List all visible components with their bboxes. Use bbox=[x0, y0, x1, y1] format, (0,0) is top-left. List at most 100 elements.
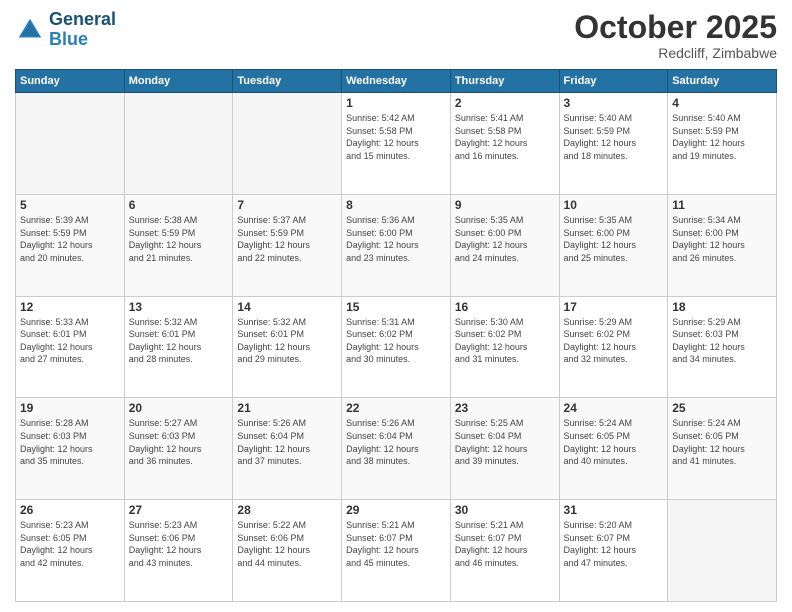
day-number: 7 bbox=[237, 198, 337, 212]
calendar-cell: 23Sunrise: 5:25 AM Sunset: 6:04 PM Dayli… bbox=[450, 398, 559, 500]
day-info: Sunrise: 5:23 AM Sunset: 6:05 PM Dayligh… bbox=[20, 519, 120, 569]
header-tuesday: Tuesday bbox=[233, 70, 342, 93]
day-number: 17 bbox=[564, 300, 664, 314]
day-number: 9 bbox=[455, 198, 555, 212]
calendar-cell: 10Sunrise: 5:35 AM Sunset: 6:00 PM Dayli… bbox=[559, 194, 668, 296]
week-row-2: 5 Sunrise: 5:39 AM Sunset: 5:59 PM Daylig… bbox=[16, 194, 777, 296]
month-title: October 2025 bbox=[574, 10, 777, 45]
day-number: 29 bbox=[346, 503, 446, 517]
calendar-cell: 7Sunrise: 5:37 AM Sunset: 5:59 PM Daylig… bbox=[233, 194, 342, 296]
day-number: 21 bbox=[237, 401, 337, 415]
day-info: Sunrise: 5:34 AM Sunset: 6:00 PM Dayligh… bbox=[672, 214, 772, 264]
week-row-4: 19Sunrise: 5:28 AM Sunset: 6:03 PM Dayli… bbox=[16, 398, 777, 500]
logo-icon bbox=[15, 15, 45, 45]
day-number: 22 bbox=[346, 401, 446, 415]
day-number: 5 bbox=[20, 198, 120, 212]
day-info: Sunrise: 5:29 AM Sunset: 6:03 PM Dayligh… bbox=[672, 316, 772, 366]
day-number: 4 bbox=[672, 96, 772, 110]
calendar-cell: 29 Sunrise: 5:21 AM Sunset: 6:07 PM Dayli… bbox=[342, 500, 451, 602]
day-info: Sunrise: 5:33 AM Sunset: 6:01 PM Dayligh… bbox=[20, 316, 120, 366]
day-number: 6 bbox=[129, 198, 229, 212]
calendar-cell: 24 Sunrise: 5:24 AM Sunset: 6:05 PM Dayli… bbox=[559, 398, 668, 500]
calendar-cell bbox=[233, 93, 342, 195]
calendar-cell: 13 Sunrise: 5:32 AM Sunset: 6:01 PM Dayli… bbox=[124, 296, 233, 398]
day-number: 2 bbox=[455, 96, 555, 110]
calendar-cell: 26 Sunrise: 5:23 AM Sunset: 6:05 PM Dayli… bbox=[16, 500, 125, 602]
header-friday: Friday bbox=[559, 70, 668, 93]
logo-text: General Blue bbox=[49, 10, 116, 50]
day-info: Sunrise: 5:40 AM Sunset: 5:59 PM Dayligh… bbox=[672, 112, 772, 162]
title-block: October 2025 Redcliff, Zimbabwe bbox=[574, 10, 777, 61]
day-info: Sunrise: 5:32 AM Sunset: 6:01 PM Dayligh… bbox=[129, 316, 229, 366]
day-number: 28 bbox=[237, 503, 337, 517]
day-number: 3 bbox=[564, 96, 664, 110]
day-info: Sunrise: 5:22 AM Sunset: 6:06 PM Dayligh… bbox=[237, 519, 337, 569]
calendar-cell bbox=[16, 93, 125, 195]
calendar-cell: 4 Sunrise: 5:40 AM Sunset: 5:59 PM Daylig… bbox=[668, 93, 777, 195]
day-info: Sunrise: 5:39 AM Sunset: 5:59 PM Dayligh… bbox=[20, 214, 120, 264]
location: Redcliff, Zimbabwe bbox=[574, 45, 777, 61]
day-number: 16 bbox=[455, 300, 555, 314]
day-number: 27 bbox=[129, 503, 229, 517]
day-info: Sunrise: 5:21 AM Sunset: 6:07 PM Dayligh… bbox=[346, 519, 446, 569]
day-info: Sunrise: 5:32 AM Sunset: 6:01 PM Dayligh… bbox=[237, 316, 337, 366]
day-info: Sunrise: 5:40 AM Sunset: 5:59 PM Dayligh… bbox=[564, 112, 664, 162]
header-row: Sunday Monday Tuesday Wednesday Thursday… bbox=[16, 70, 777, 93]
calendar-cell: 16Sunrise: 5:30 AM Sunset: 6:02 PM Dayli… bbox=[450, 296, 559, 398]
day-info: Sunrise: 5:20 AM Sunset: 6:07 PM Dayligh… bbox=[564, 519, 664, 569]
calendar-cell: 18 Sunrise: 5:29 AM Sunset: 6:03 PM Dayli… bbox=[668, 296, 777, 398]
calendar-cell: 20Sunrise: 5:27 AM Sunset: 6:03 PM Dayli… bbox=[124, 398, 233, 500]
day-info: Sunrise: 5:38 AM Sunset: 5:59 PM Dayligh… bbox=[129, 214, 229, 264]
day-number: 13 bbox=[129, 300, 229, 314]
calendar-cell: 1Sunrise: 5:42 AM Sunset: 5:58 PM Daylig… bbox=[342, 93, 451, 195]
day-number: 8 bbox=[346, 198, 446, 212]
day-info: Sunrise: 5:36 AM Sunset: 6:00 PM Dayligh… bbox=[346, 214, 446, 264]
calendar-cell bbox=[668, 500, 777, 602]
calendar-cell: 9Sunrise: 5:35 AM Sunset: 6:00 PM Daylig… bbox=[450, 194, 559, 296]
day-number: 25 bbox=[672, 401, 772, 415]
day-info: Sunrise: 5:31 AM Sunset: 6:02 PM Dayligh… bbox=[346, 316, 446, 366]
header-thursday: Thursday bbox=[450, 70, 559, 93]
week-row-5: 26 Sunrise: 5:23 AM Sunset: 6:05 PM Dayli… bbox=[16, 500, 777, 602]
day-info: Sunrise: 5:28 AM Sunset: 6:03 PM Dayligh… bbox=[20, 417, 120, 467]
calendar-cell: 28 Sunrise: 5:22 AM Sunset: 6:06 PM Dayli… bbox=[233, 500, 342, 602]
calendar-cell: 27Sunrise: 5:23 AM Sunset: 6:06 PM Dayli… bbox=[124, 500, 233, 602]
day-number: 12 bbox=[20, 300, 120, 314]
calendar-cell: 21Sunrise: 5:26 AM Sunset: 6:04 PM Dayli… bbox=[233, 398, 342, 500]
day-number: 1 bbox=[346, 96, 446, 110]
day-info: Sunrise: 5:21 AM Sunset: 6:07 PM Dayligh… bbox=[455, 519, 555, 569]
calendar-cell: 14Sunrise: 5:32 AM Sunset: 6:01 PM Dayli… bbox=[233, 296, 342, 398]
day-number: 31 bbox=[564, 503, 664, 517]
calendar-cell: 11 Sunrise: 5:34 AM Sunset: 6:00 PM Dayli… bbox=[668, 194, 777, 296]
day-number: 15 bbox=[346, 300, 446, 314]
calendar-cell: 19Sunrise: 5:28 AM Sunset: 6:03 PM Dayli… bbox=[16, 398, 125, 500]
day-info: Sunrise: 5:24 AM Sunset: 6:05 PM Dayligh… bbox=[564, 417, 664, 467]
day-info: Sunrise: 5:24 AM Sunset: 6:05 PM Dayligh… bbox=[672, 417, 772, 467]
header-wednesday: Wednesday bbox=[342, 70, 451, 93]
day-info: Sunrise: 5:41 AM Sunset: 5:58 PM Dayligh… bbox=[455, 112, 555, 162]
day-number: 18 bbox=[672, 300, 772, 314]
calendar-cell: 3 Sunrise: 5:40 AM Sunset: 5:59 PM Daylig… bbox=[559, 93, 668, 195]
calendar-cell: 8 Sunrise: 5:36 AM Sunset: 6:00 PM Daylig… bbox=[342, 194, 451, 296]
calendar-cell: 31 Sunrise: 5:20 AM Sunset: 6:07 PM Dayli… bbox=[559, 500, 668, 602]
day-number: 10 bbox=[564, 198, 664, 212]
day-number: 30 bbox=[455, 503, 555, 517]
calendar-cell: 22 Sunrise: 5:26 AM Sunset: 6:04 PM Dayli… bbox=[342, 398, 451, 500]
day-number: 24 bbox=[564, 401, 664, 415]
page-header: General Blue October 2025 Redcliff, Zimb… bbox=[15, 10, 777, 61]
day-info: Sunrise: 5:26 AM Sunset: 6:04 PM Dayligh… bbox=[346, 417, 446, 467]
calendar-cell: 6 Sunrise: 5:38 AM Sunset: 5:59 PM Daylig… bbox=[124, 194, 233, 296]
day-number: 23 bbox=[455, 401, 555, 415]
day-number: 26 bbox=[20, 503, 120, 517]
calendar-table: Sunday Monday Tuesday Wednesday Thursday… bbox=[15, 69, 777, 602]
day-info: Sunrise: 5:29 AM Sunset: 6:02 PM Dayligh… bbox=[564, 316, 664, 366]
week-row-1: 1Sunrise: 5:42 AM Sunset: 5:58 PM Daylig… bbox=[16, 93, 777, 195]
header-saturday: Saturday bbox=[668, 70, 777, 93]
header-monday: Monday bbox=[124, 70, 233, 93]
day-number: 11 bbox=[672, 198, 772, 212]
day-info: Sunrise: 5:27 AM Sunset: 6:03 PM Dayligh… bbox=[129, 417, 229, 467]
calendar-cell: 17 Sunrise: 5:29 AM Sunset: 6:02 PM Dayli… bbox=[559, 296, 668, 398]
calendar-cell bbox=[124, 93, 233, 195]
logo: General Blue bbox=[15, 10, 116, 50]
calendar-cell: 5 Sunrise: 5:39 AM Sunset: 5:59 PM Daylig… bbox=[16, 194, 125, 296]
